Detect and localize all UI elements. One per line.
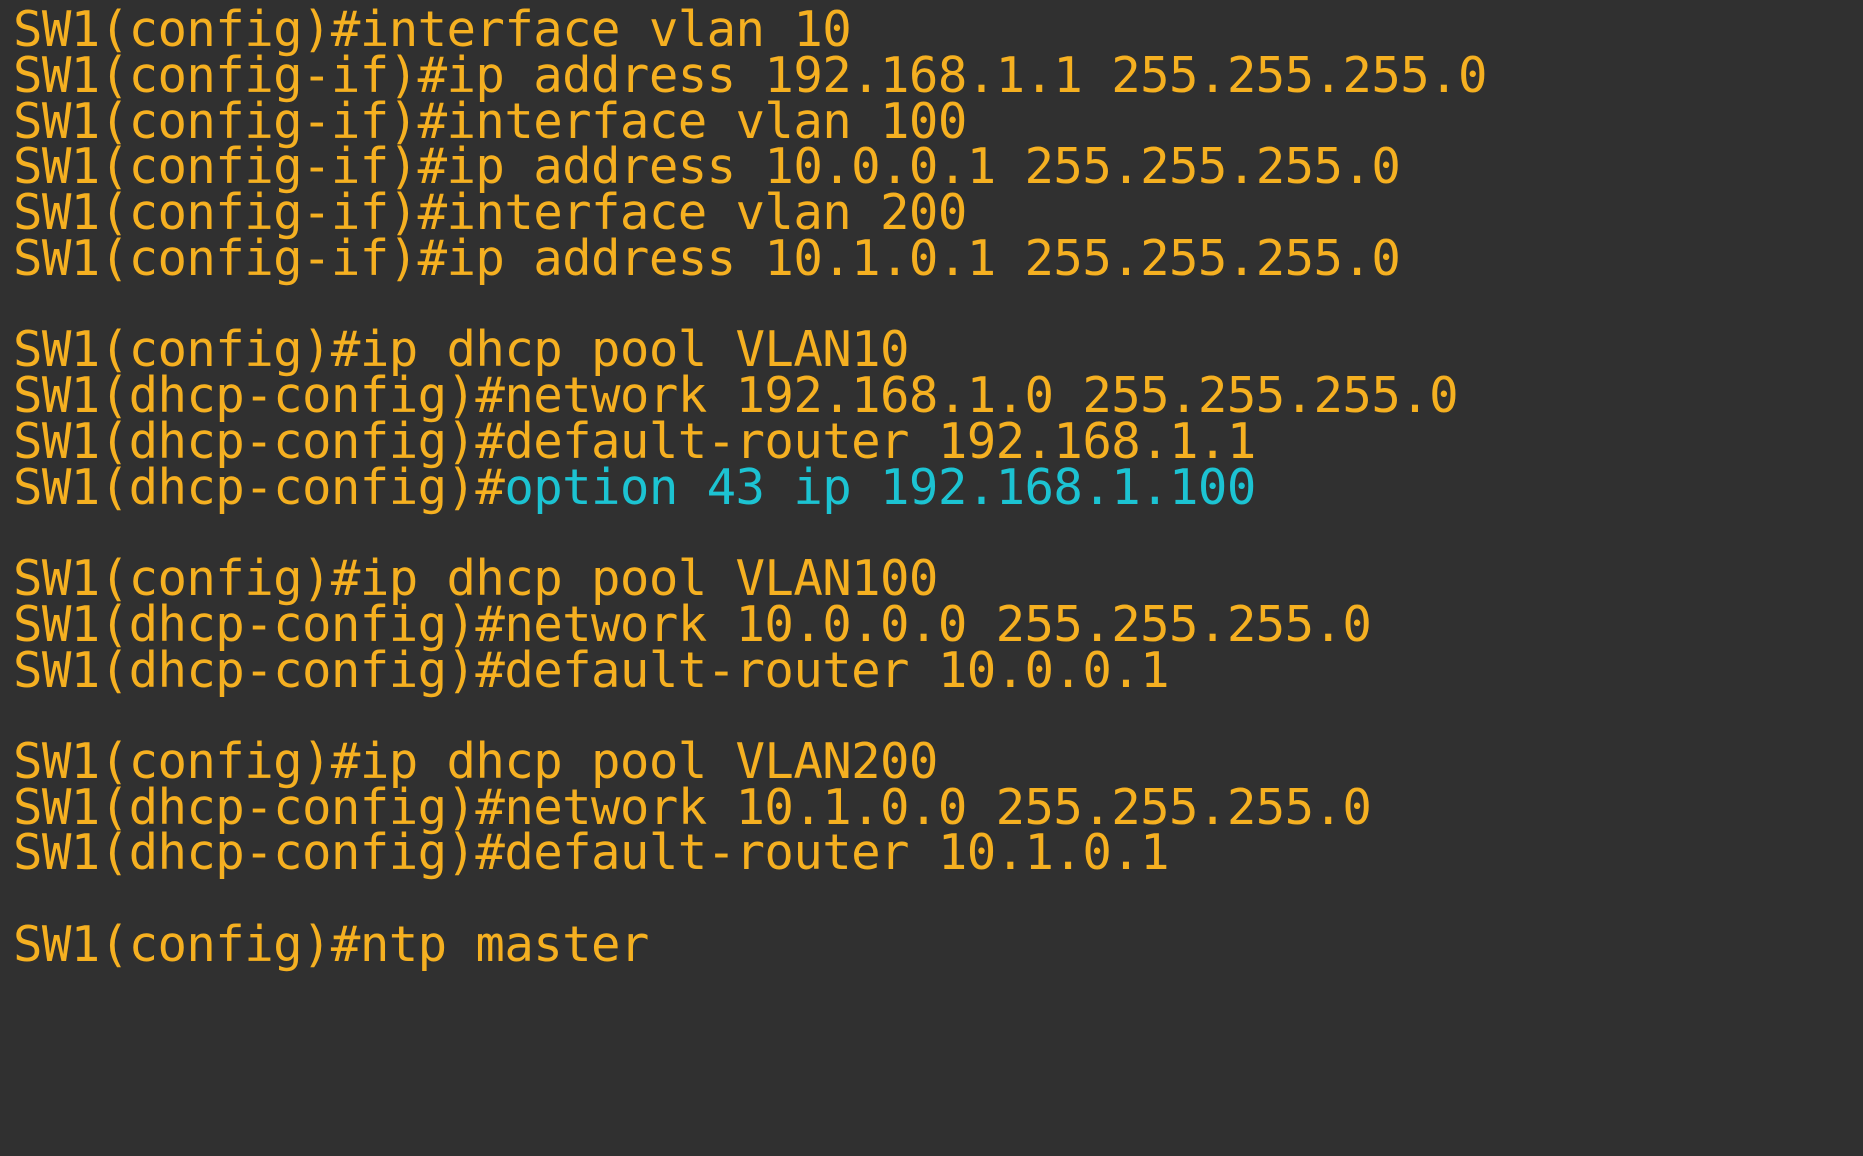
terminal-line: SW1(dhcp-config)#default-router 10.1.0.1 — [13, 824, 1170, 881]
terminal-line: SW1(config-if)#ip address 10.1.0.1 255.2… — [13, 230, 1401, 287]
cli-command: ip address 10.1.0.1 255.255.255.0 — [446, 230, 1401, 287]
cli-prompt: SW1(dhcp-config)# — [13, 642, 505, 699]
cli-prompt: SW1(config)# — [13, 916, 360, 973]
terminal-line: SW1(dhcp-config)#option 43 ip 192.168.1.… — [13, 461, 1256, 515]
cli-command: default-router 10.0.0.1 — [504, 642, 1170, 699]
cli-prompt: SW1(dhcp-config)# — [13, 459, 505, 516]
terminal-line: SW1(dhcp-config)#default-router 10.0.0.1 — [13, 642, 1170, 699]
cli-prompt: SW1(dhcp-config)# — [13, 824, 505, 881]
cli-command-highlighted: option 43 ip 192.168.1.100 — [504, 459, 1256, 516]
cli-prompt: SW1(config-if)# — [13, 230, 447, 287]
terminal-output: SW1(config)#interface vlan 10 SW1(config… — [0, 0, 1863, 1156]
cli-command: ntp master — [359, 916, 650, 973]
cli-command: default-router 10.1.0.1 — [504, 824, 1170, 881]
terminal-line: SW1(config)#ntp master — [13, 918, 649, 972]
